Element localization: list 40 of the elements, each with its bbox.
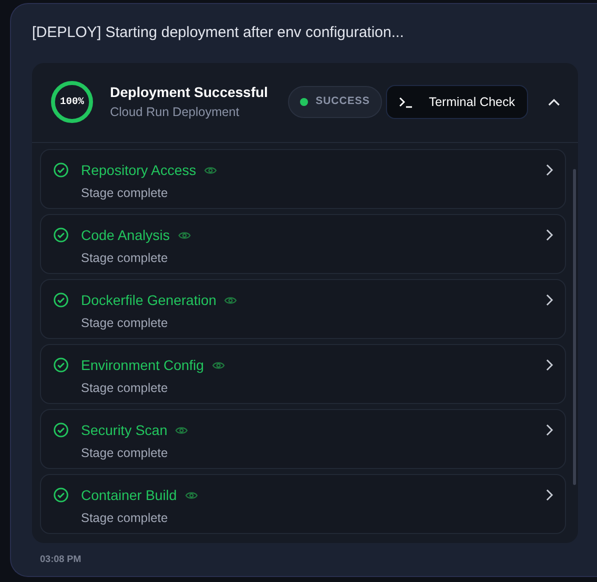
- eye-icon[interactable]: [224, 296, 238, 304]
- timestamp: 03:08 PM: [40, 552, 82, 566]
- stage-name: Code Analysis: [80, 226, 170, 245]
- stage-name: Container Build: [80, 486, 177, 504]
- stage-name: Repository Access: [80, 160, 196, 180]
- progress-percent: 100%: [58, 96, 85, 110]
- terminal-icon: [398, 96, 413, 108]
- stage-item[interactable]: Container Build Stage complete: [40, 474, 566, 534]
- status-dot: [300, 98, 308, 106]
- eye-icon[interactable]: [184, 490, 198, 500]
- log-message: [DEPLOY] Starting deployment after env configuration...: [32, 23, 405, 43]
- status-badge: SUCCESS: [288, 86, 382, 118]
- stage-item[interactable]: Code Analysis Stage complete: [40, 214, 566, 274]
- stage-status: Stage complete: [81, 444, 169, 462]
- stage-status: Stage complete: [81, 184, 169, 202]
- deployment-title: Deployment Successful: [110, 83, 268, 102]
- chevron-right-icon[interactable]: [545, 359, 553, 371]
- stage-name: Environment Config: [80, 356, 204, 375]
- chevron-right-icon[interactable]: [545, 424, 553, 436]
- eye-icon[interactable]: [212, 360, 225, 370]
- stage-item[interactable]: Security Scan Stage complete: [40, 408, 566, 468]
- terminal-check-button[interactable]: Terminal Check: [386, 84, 528, 120]
- eye-icon[interactable]: [204, 166, 218, 174]
- stage-name: Security Scan: [80, 420, 168, 440]
- stage-name: Dockerfile Generation: [80, 290, 216, 310]
- eye-icon[interactable]: [175, 426, 188, 434]
- deployment-subtitle: Cloud Run Deployment: [110, 104, 240, 122]
- chevron-right-icon[interactable]: [545, 164, 553, 176]
- stage-status: Stage complete: [81, 314, 169, 332]
- stage-status: Stage complete: [81, 250, 169, 267]
- stage-status: Stage complete: [81, 510, 169, 527]
- scrollbar[interactable]: [573, 168, 576, 484]
- chevron-right-icon[interactable]: [545, 294, 553, 306]
- chevron-right-icon[interactable]: [545, 489, 553, 501]
- chevron-right-icon[interactable]: [545, 229, 553, 241]
- eye-icon[interactable]: [178, 230, 191, 240]
- stage-item[interactable]: Repository Access Stage complete: [40, 148, 566, 208]
- stage-status: Stage complete: [81, 380, 169, 397]
- stage-item[interactable]: Environment Config Stage complete: [40, 344, 566, 404]
- stage-item[interactable]: Dockerfile Generation Stage complete: [40, 278, 566, 338]
